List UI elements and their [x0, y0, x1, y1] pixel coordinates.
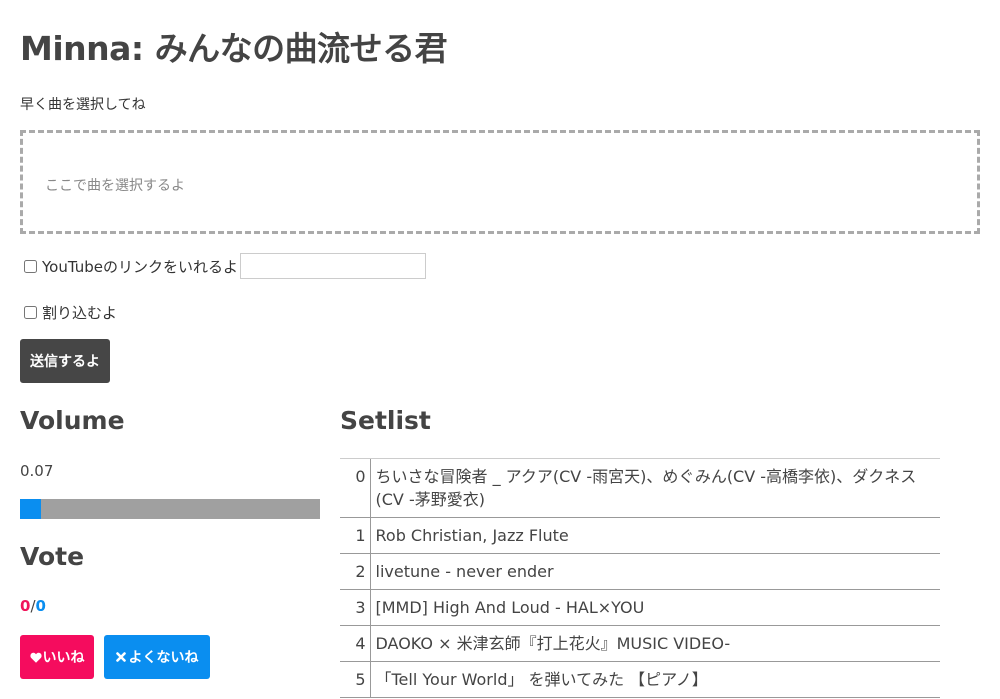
dropzone-text: ここで曲を選択するよ: [45, 178, 185, 194]
page-title: Minna: みんなの曲流せる君: [20, 29, 448, 68]
song-dropzone[interactable]: ここで曲を選択するよ: [20, 130, 980, 234]
setlist-table: 0 ちいさな冒険者 _ アクア(CV -雨宮天)、めぐみん(CV -高橋李依)、…: [340, 458, 940, 698]
like-count: 0: [20, 597, 31, 615]
interrupt-checkbox[interactable]: [24, 306, 37, 319]
heart-icon: [29, 652, 42, 663]
submit-button[interactable]: 送信するよ: [20, 339, 110, 383]
setlist-title: Rob Christian, Jazz Flute: [369, 517, 940, 554]
volume-slider-fill: [20, 499, 41, 519]
setlist-index: 3: [340, 589, 370, 626]
setlist-title: ちいさな冒険者 _ アクア(CV -雨宮天)、めぐみん(CV -高橋李依)、ダク…: [369, 458, 940, 518]
setlist-title: [MMD] High And Loud - HAL×YOU: [369, 589, 940, 626]
setlist-row[interactable]: 3 [MMD] High And Loud - HAL×YOU: [340, 589, 940, 626]
setlist-index: 0: [340, 458, 370, 518]
setlist-row[interactable]: 0 ちいさな冒険者 _ アクア(CV -雨宮天)、めぐみん(CV -高橋李依)、…: [340, 458, 940, 518]
setlist-index: 1: [340, 517, 370, 554]
close-icon: [115, 652, 128, 662]
setlist-title: livetune - never ender: [369, 553, 940, 590]
youtube-label[interactable]: YouTubeのリンクをいれるよ: [42, 256, 238, 277]
instruction-text: 早く曲を選択してね: [20, 97, 146, 113]
setlist-index: 5: [340, 661, 370, 698]
vote-count: 0/0: [20, 597, 46, 615]
setlist-index: 2: [340, 553, 370, 590]
like-label: いいね: [42, 650, 85, 666]
dislike-label: よくないね: [128, 650, 199, 666]
dislike-button[interactable]: よくないね: [104, 635, 210, 679]
setlist-row[interactable]: 4 DAOKO × 米津玄師『打上花火』MUSIC VIDEO-: [340, 625, 940, 662]
setlist-index: 4: [340, 625, 370, 662]
interrupt-label[interactable]: 割り込むよ: [42, 302, 117, 323]
setlist-title: DAOKO × 米津玄師『打上花火』MUSIC VIDEO-: [369, 625, 940, 662]
youtube-link-input[interactable]: [240, 253, 426, 279]
like-button[interactable]: いいね: [20, 635, 94, 679]
youtube-option-row: YouTubeのリンクをいれるよ: [24, 253, 426, 279]
setlist-heading: Setlist: [340, 406, 431, 435]
volume-heading: Volume: [20, 406, 125, 435]
youtube-checkbox[interactable]: [24, 259, 37, 273]
setlist-title: 「Tell Your World」 を弾いてみた 【ピアノ】: [369, 661, 940, 698]
vote-heading: Vote: [20, 542, 85, 571]
dislike-count: 0: [35, 597, 46, 615]
interrupt-option-row: 割り込むよ: [24, 302, 117, 323]
setlist-row[interactable]: 2 livetune - never ender: [340, 553, 940, 590]
setlist-row[interactable]: 5 「Tell Your World」 を弾いてみた 【ピアノ】: [340, 661, 940, 698]
setlist-row[interactable]: 1 Rob Christian, Jazz Flute: [340, 517, 940, 554]
volume-slider[interactable]: [20, 499, 320, 519]
volume-value: 0.07: [20, 462, 54, 480]
